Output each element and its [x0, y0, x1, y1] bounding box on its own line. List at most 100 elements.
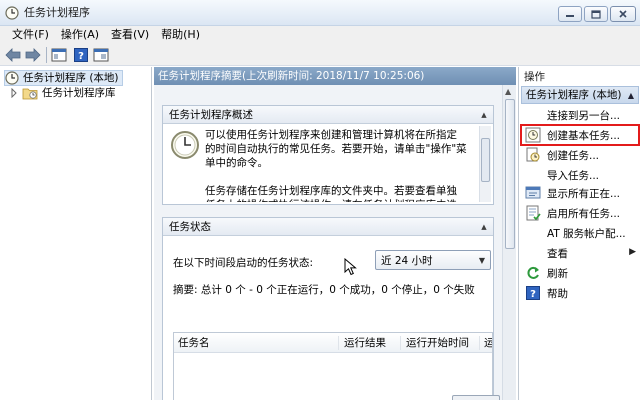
scrollbar-thumb[interactable] — [505, 99, 515, 249]
action-refresh[interactable]: 刷新 — [521, 263, 639, 283]
column-header-task-name[interactable]: 任务名 — [174, 336, 339, 350]
status-summary: 摘要: 总计 0 个 - 0 个正在运行，0 个成功，0 个停止，0 个失败 — [173, 284, 475, 296]
menu-file[interactable]: 文件(F) — [12, 28, 49, 42]
overview-paragraph: 可以使用任务计划程序来创建和管理计算机将在所指定的时间自动执行的常见任务。若要开… — [205, 129, 467, 169]
action-enable-all-history[interactable]: 启用所有任务... — [521, 203, 639, 223]
minimize-button[interactable] — [558, 6, 582, 22]
mouse-cursor-icon — [344, 258, 357, 276]
menu-action[interactable]: 操作(A) — [61, 28, 99, 42]
task-status-table: 任务名 运行结果 运行开始时间 运 — [173, 332, 493, 400]
action-label: AT 服务帐户配... — [547, 227, 626, 240]
maximize-icon — [591, 9, 601, 19]
column-header-run-end[interactable]: 运 — [480, 336, 492, 350]
forward-button[interactable] — [24, 46, 42, 64]
menu-bar: 文件(F) 操作(A) 查看(V) 帮助(H) — [0, 26, 640, 44]
minimize-icon — [566, 15, 574, 17]
actions-group-label: 任务计划程序 (本地) — [526, 89, 622, 101]
help-toolbar-button[interactable]: ? — [72, 46, 90, 64]
summary-header: 任务计划程序摘要(上次刷新时间: 2018/11/7 10:25:06) — [154, 67, 516, 85]
action-import-task[interactable]: 导入任务... — [521, 165, 639, 185]
collapse-arrow-icon[interactable]: ▲ — [479, 222, 489, 232]
overview-scrollbar[interactable] — [479, 126, 491, 202]
help-icon: ? — [74, 48, 88, 62]
clock-icon — [171, 131, 199, 159]
action-view[interactable]: 查看 ▶ — [521, 243, 639, 263]
back-button[interactable] — [4, 46, 22, 64]
period-label: 在以下时间段启动的任务状态: — [173, 257, 314, 269]
enable-history-icon — [525, 205, 541, 221]
task-status-section: 任务状态 ▲ 在以下时间段启动的任务状态: 近 24 小时 ▼ 摘要: 总计 0… — [162, 217, 494, 400]
tree-item-label: 任务计划程序库 — [42, 87, 116, 99]
menu-help[interactable]: 帮助(H) — [161, 28, 200, 42]
collapse-arrow-icon[interactable]: ▲ — [628, 88, 634, 104]
properties-icon — [93, 48, 109, 62]
table-header: 任务名 运行结果 运行开始时间 运 — [174, 333, 492, 353]
show-hide-console-tree-icon — [51, 48, 67, 62]
blank-icon — [525, 225, 541, 241]
refresh-button[interactable] — [452, 395, 500, 400]
running-tasks-icon — [525, 185, 541, 201]
scroll-up-icon[interactable]: ▲ — [505, 87, 511, 96]
action-create-task[interactable]: 创建任务... — [521, 145, 639, 165]
action-label: 帮助 — [547, 287, 568, 300]
help-icon: ? — [525, 285, 541, 301]
action-label: 连接到另一台... — [547, 109, 621, 122]
overview-paragraph: 任务存储在任务计划程序库的文件夹中。若要查看单独任务上的操作或执行该操作，请在任… — [205, 185, 457, 202]
scrollbar-thumb[interactable] — [481, 138, 490, 182]
summary-scrollbar[interactable]: ▲ — [502, 85, 516, 400]
actions-group-header[interactable]: 任务计划程序 (本地) ▲ — [521, 86, 639, 104]
overview-text: 可以使用任务计划程序来创建和管理计算机将在所指定的时间自动执行的常见任务。若要开… — [205, 128, 467, 202]
action-label: 创建任务... — [547, 149, 600, 162]
close-icon — [619, 10, 627, 18]
show-hide-console-tree-button[interactable] — [50, 46, 68, 64]
action-label: 查看 — [547, 247, 568, 260]
section-header[interactable]: 任务计划程序概述 ▲ — [163, 106, 493, 124]
actions-pane: 操作 任务计划程序 (本地) ▲ 连接到另一台... 创建基本任务... 创建任… — [518, 67, 640, 400]
action-connect-another-computer[interactable]: 连接到另一台... — [521, 105, 639, 125]
action-label: 创建基本任务... — [547, 129, 621, 142]
toolbar: ? — [0, 44, 640, 66]
blank-icon — [525, 245, 541, 261]
clock-icon — [5, 71, 19, 85]
task-scheduler-window: 任务计划程序 文件(F) 操作(A) 查看(V) 帮助(H) ? 任务计划程序 … — [0, 0, 640, 400]
section-title: 任务状态 — [169, 221, 211, 233]
section-header[interactable]: 任务状态 ▲ — [163, 218, 493, 236]
action-label: 刷新 — [547, 267, 568, 280]
action-display-running-tasks[interactable]: 显示所有正在... — [521, 183, 639, 203]
window-title: 任务计划程序 — [24, 6, 90, 19]
action-help[interactable]: ? 帮助 — [521, 283, 639, 303]
folder-clock-icon — [22, 88, 38, 100]
dropdown-arrow-icon: ▼ — [478, 256, 485, 265]
svg-text:?: ? — [530, 289, 536, 300]
tree-item-task-library[interactable]: 任务计划程序库 — [10, 85, 116, 101]
clock-icon — [5, 6, 19, 20]
forward-arrow-icon — [25, 48, 41, 62]
action-create-basic-task[interactable]: 创建基本任务... — [520, 124, 640, 146]
action-at-service-account[interactable]: AT 服务帐户配... — [521, 223, 639, 243]
action-label: 启用所有任务... — [547, 207, 621, 220]
create-task-icon — [525, 147, 541, 163]
column-header-run-result[interactable]: 运行结果 — [340, 336, 401, 350]
actions-title: 操作 — [524, 71, 545, 83]
period-select[interactable]: 近 24 小时 ▼ — [375, 250, 491, 270]
console-tree: 任务计划程序 (本地) 任务计划程序库 — [0, 67, 152, 400]
action-label: 显示所有正在... — [547, 187, 621, 200]
maximize-button[interactable] — [584, 6, 608, 22]
menu-view[interactable]: 查看(V) — [111, 28, 149, 42]
close-button[interactable] — [610, 6, 636, 22]
submenu-arrow-icon: ▶ — [629, 247, 636, 257]
summary-pane: 任务计划程序摘要(上次刷新时间: 2018/11/7 10:25:06) 任务计… — [154, 67, 516, 400]
back-arrow-icon — [5, 48, 21, 62]
collapse-arrow-icon[interactable]: ▲ — [479, 110, 489, 120]
column-header-run-start[interactable]: 运行开始时间 — [402, 336, 480, 350]
svg-text:?: ? — [78, 51, 84, 62]
period-selected-value: 近 24 小时 — [381, 254, 433, 267]
properties-button[interactable] — [92, 46, 110, 64]
overview-section: 任务计划程序概述 ▲ 可以使用任务计划程序来创建和管理计算机将在所指定的时间自动… — [162, 105, 494, 205]
blank-icon — [525, 167, 541, 183]
section-title: 任务计划程序概述 — [169, 109, 253, 121]
tree-item-task-scheduler-local[interactable]: 任务计划程序 (本地) — [4, 70, 123, 86]
toolbar-separator — [46, 47, 47, 63]
expand-arrow-icon[interactable] — [10, 88, 18, 98]
tree-item-label: 任务计划程序 (本地) — [23, 72, 119, 84]
